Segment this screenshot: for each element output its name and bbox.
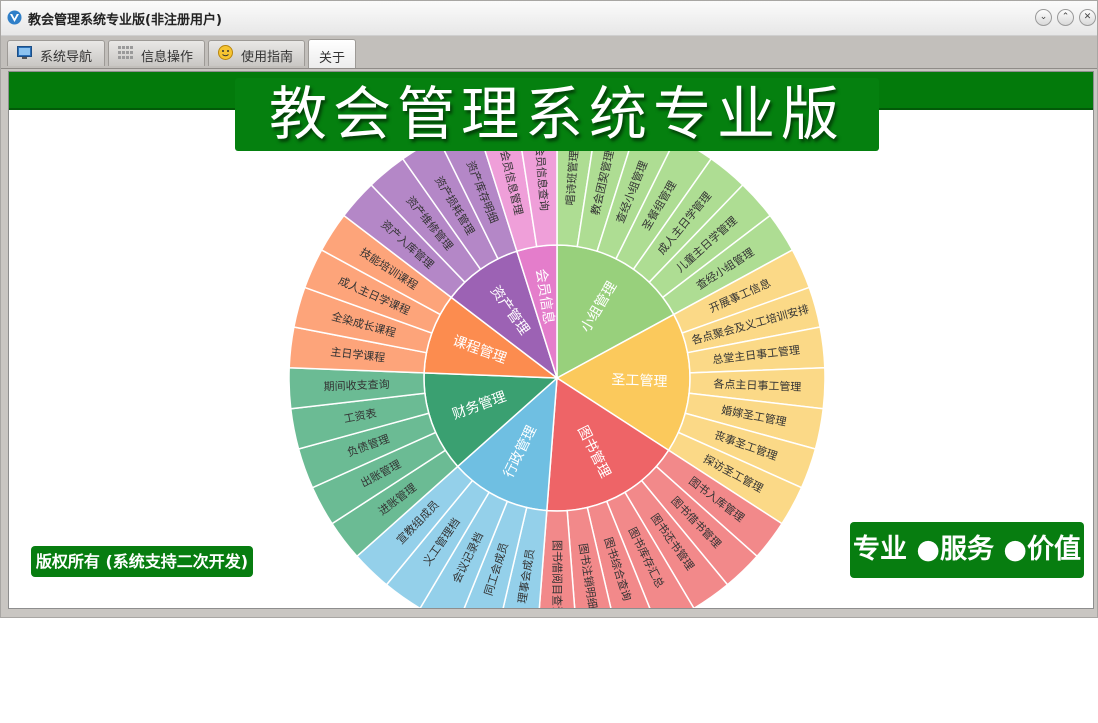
main-window: 教会管理系统专业版(非注册用户) ⌄ ⌃ ✕ 系统导航 信息操作 使用指南 关于… [0,0,1098,618]
grid-icon [118,46,133,59]
slogan-badge: 专业 ●服务 ●价值 [850,522,1084,578]
tab-user-guide[interactable]: 使用指南 [208,40,305,66]
tab-bar: 系统导航 信息操作 使用指南 关于 [1,36,1097,69]
sunburst-item-label: 图书借阅目查询 [551,540,565,608]
copyright-badge: 版权所有 (系统支持二次开发) [31,546,253,577]
sunburst-item-label: 期间收支查询 [323,377,389,394]
close-button[interactable]: ✕ [1079,9,1096,26]
tab-label: 使用指南 [241,50,294,65]
tab-info-operation[interactable]: 信息操作 [108,40,205,66]
sunburst-category-label: 圣工管理 [611,372,668,390]
tab-label: 信息操作 [141,50,194,65]
tab-label: 系统导航 [40,50,93,65]
about-panel: 唱诗班管理 教会团契管理 查经小组管理 圣餐组管理 成人主日学管理 儿童主日学管理 查经小组… [8,71,1094,609]
tab-about[interactable]: 关于 [308,39,356,68]
banner-title: 教会管理系统专业版 [235,78,879,151]
tab-system-navigation[interactable]: 系统导航 [7,40,105,66]
window-title: 教会管理系统专业版(非注册用户) [28,13,222,28]
minimize-button[interactable]: ⌄ [1035,9,1052,26]
monitor-icon [17,46,32,59]
title-bar: 教会管理系统专业版(非注册用户) ⌄ ⌃ ✕ [1,1,1097,36]
help-face-icon [218,45,233,60]
tab-label: 关于 [319,51,346,66]
app-logo-icon [7,10,22,25]
maximize-button[interactable]: ⌃ [1057,9,1074,26]
